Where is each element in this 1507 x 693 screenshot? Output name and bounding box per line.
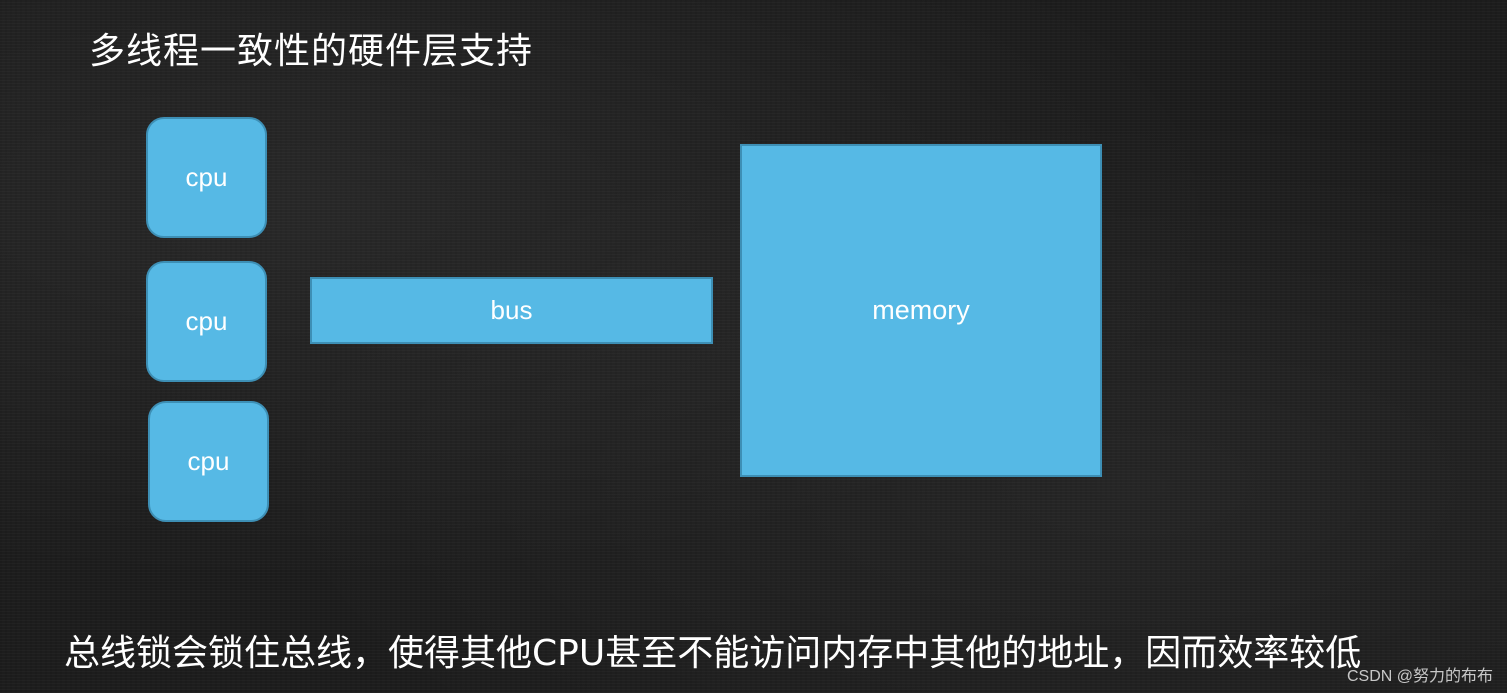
cpu-label: cpu xyxy=(185,306,228,336)
cpu-box-1: cpu xyxy=(146,117,267,238)
memory-box: memory xyxy=(740,144,1102,477)
watermark: CSDN @努力的布布 xyxy=(1346,668,1493,685)
cpu-label: cpu xyxy=(187,446,230,476)
slide-title: 多线程一致性的硬件层支持 xyxy=(89,31,534,72)
memory-label: memory xyxy=(872,295,970,325)
bus-label: bus xyxy=(490,295,533,325)
cpu-box-2: cpu xyxy=(146,261,267,382)
cpu-box-3: cpu xyxy=(148,401,269,522)
bus-box: bus xyxy=(310,277,713,344)
cpu-label: cpu xyxy=(185,162,228,192)
footer-caption: 总线锁会锁住总线，使得其他CPU甚至不能访问内存中其他的地址，因而效率较低 xyxy=(64,633,1362,674)
